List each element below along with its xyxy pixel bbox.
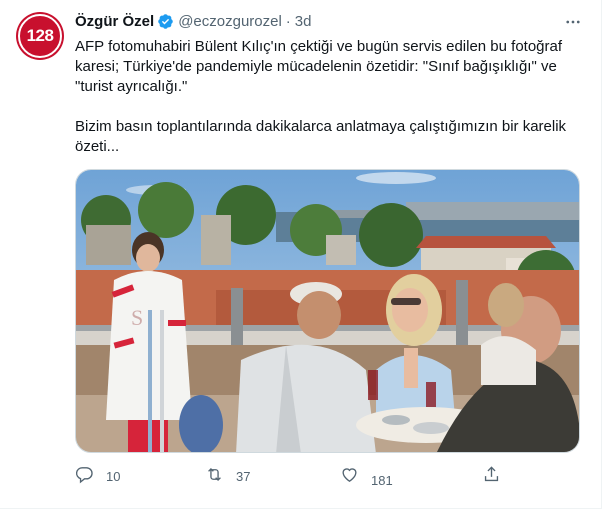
- svg-text:S: S: [131, 305, 143, 330]
- share-button[interactable]: [482, 465, 501, 487]
- avatar[interactable]: 128: [16, 12, 64, 60]
- tweet-actions: 10 37 181: [75, 465, 505, 489]
- tweet-card[interactable]: 128 Özgür Özel @eczozgurozel · 3d AFP fo…: [0, 0, 602, 509]
- tweet-paragraph: Bizim basın toplantılarında dakikalarca …: [75, 118, 567, 155]
- tweet-paragraph: AFP fotomuhabiri Bülent Kılıç'ın çektiği…: [75, 38, 563, 95]
- avatar-text: 128: [18, 14, 62, 58]
- reply-count: 10: [106, 468, 121, 484]
- like-button[interactable]: [340, 465, 359, 489]
- tweet-time[interactable]: 3d: [295, 13, 312, 30]
- retweet-icon: [205, 465, 224, 487]
- author-handle[interactable]: @eczozgurozel: [178, 13, 282, 30]
- tweet-photo[interactable]: S: [75, 169, 580, 453]
- retweet-button[interactable]: 37: [205, 465, 250, 487]
- reply-button[interactable]: 10: [75, 465, 120, 487]
- retweet-count: 37: [236, 468, 251, 484]
- reply-icon: [75, 465, 94, 487]
- more-icon[interactable]: [563, 12, 583, 32]
- tweet-header: Özgür Özel @eczozgurozel · 3d: [75, 13, 311, 30]
- like-icon: [340, 468, 359, 488]
- tweet-text: AFP fotomuhabiri Bülent Kılıç'ın çektiği…: [75, 37, 580, 157]
- author-name[interactable]: Özgür Özel: [75, 13, 154, 30]
- verified-badge-icon: [157, 13, 174, 30]
- like-count: 181: [371, 474, 393, 487]
- separator-dot: ·: [285, 13, 291, 30]
- share-icon: [482, 465, 501, 487]
